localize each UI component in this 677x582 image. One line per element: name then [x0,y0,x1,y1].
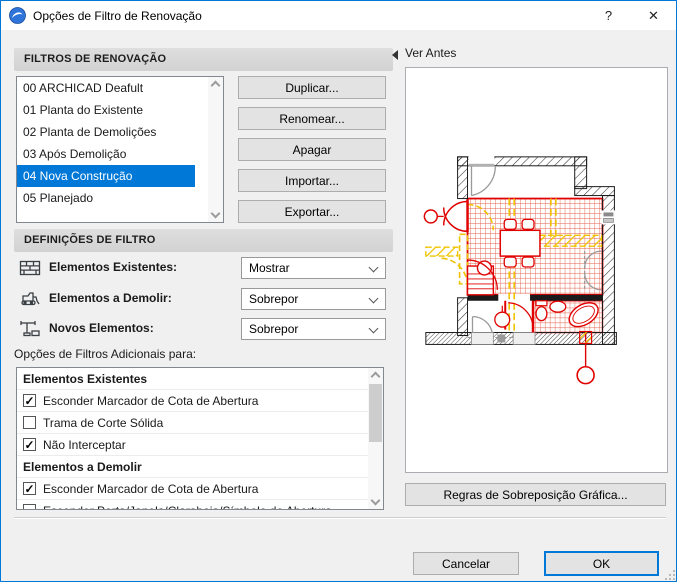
chevron-down-icon [368,323,379,334]
new-elements-icon [20,321,40,337]
option-row[interactable]: Esconder Porta/Janela/Claraboia/Símbolo … [17,500,368,510]
filter-action-button[interactable]: Duplicar... [238,76,386,99]
checkbox-unchecked[interactable] [23,416,36,429]
filter-list[interactable]: 00 ARCHICAD Deafult 01 Planta do Existent… [16,76,224,223]
new-elements-row: Novos Elementos: Sobrepor [14,318,393,342]
option-label: Elementos Existentes [23,371,148,386]
existing-elements-dropdown[interactable]: Mostrar [241,257,386,279]
filter-list-item[interactable]: 05 Planejado [17,187,195,209]
option-row[interactable]: Trama de Corte Sólida [17,412,368,434]
close-button[interactable]: ✕ [631,1,676,30]
options-group-header: Elementos a Demolir [17,456,368,478]
demolish-elements-dropdown[interactable]: Sobrepor [241,288,386,310]
filter-list-item[interactable]: 03 Após Demolição [17,143,195,165]
new-elements-label: Novos Elementos: [49,321,154,335]
demolish-elements-label: Elementos a Demolir: [49,291,172,305]
archicad-logo-icon [9,7,26,24]
filter-action-button[interactable]: Importar... [238,169,386,192]
scroll-down-icon[interactable] [370,495,381,506]
graphic-override-rules-button[interactable]: Regras de Sobreposição Gráfica... [405,483,666,506]
checkbox-checked[interactable]: ✓ [23,394,36,407]
titlebar: Opções de Filtro de Renovação ? ✕ [1,1,676,31]
filter-action-buttons: Duplicar... Renomear... Apagar Importar... E… [238,76,386,231]
checkbox-checked[interactable]: ✓ [23,482,36,495]
demolish-elements-icon [21,292,40,306]
option-row[interactable]: ✓ Esconder Marcador de Cota de Abertura [17,390,368,412]
scroll-down-icon[interactable] [210,208,221,219]
footer-divider [14,517,666,519]
demolish-elements-row: Elementos a Demolir: Sobrepor [14,288,393,312]
option-label: Trama de Corte Sólida [43,415,164,430]
renovation-filter-options-dialog: Opções de Filtro de Renovação ? ✕ FILTRO… [0,0,677,582]
filter-action-button[interactable]: Exportar... [238,200,386,223]
cancel-button[interactable]: Cancelar [413,552,519,575]
ok-button[interactable]: OK [544,551,659,576]
filter-action-button[interactable]: Renomear... [238,107,386,130]
new-elements-value: Sobrepor [249,322,299,336]
preview-label: Ver Antes [405,46,457,60]
filters-section-header: FILTROS DE RENOVAÇÃO [14,48,393,71]
demolish-elements-value: Sobrepor [249,292,299,306]
additional-options-label: Opções de Filtros Adicionais para: [14,347,197,361]
new-elements-dropdown[interactable]: Sobrepor [241,318,386,340]
scroll-up-icon[interactable] [210,80,221,91]
chevron-down-icon [368,293,379,304]
filter-list-item[interactable]: 02 Planta de Demolições [17,121,195,143]
definitions-section-header: DEFINIÇÕES DE FILTRO [14,229,393,252]
option-label: Esconder Porta/Janela/Claraboia/Símbolo … [43,504,332,510]
filter-list-item[interactable]: 00 ARCHICAD Deafult [17,77,195,99]
collapse-preview-arrow-icon[interactable] [392,50,398,60]
option-label: Elementos a Demolir [23,459,142,474]
scroll-up-icon[interactable] [370,371,381,382]
option-row[interactable]: ✓ Esconder Marcador de Cota de Abertura [17,478,368,500]
scrollbar-thumb[interactable] [369,384,382,442]
checkbox-checked[interactable]: ✓ [23,438,36,451]
filter-list-item[interactable]: 01 Planta do Existente [17,99,195,121]
option-label: Esconder Marcador de Cota de Abertura [43,481,259,496]
existing-elements-value: Mostrar [249,261,290,275]
option-label: Esconder Marcador de Cota de Abertura [43,393,259,408]
option-label: Não Interceptar [43,437,126,452]
floor-plan-preview [423,155,617,385]
filter-action-button[interactable]: Apagar [238,138,386,161]
chevron-down-icon [368,262,379,273]
options-scrollbar[interactable] [368,368,383,509]
options-group-header: Elementos Existentes [17,368,368,390]
help-button[interactable]: ? [586,1,631,30]
existing-elements-icon [19,260,41,276]
options-list[interactable]: Elementos Existentes ✓ Esconder Marcador d… [16,367,384,510]
window-title: Opções de Filtro de Renovação [33,8,202,23]
preview-box [405,67,668,473]
existing-elements-label: Elementos Existentes: [49,260,178,274]
option-row[interactable]: ✓ Não Interceptar [17,434,368,456]
checkbox-unchecked[interactable] [23,504,36,509]
filter-list-scrollbar[interactable] [208,77,223,222]
resize-grip[interactable] [669,574,671,576]
filter-list-item[interactable]: 04 Nova Construção [17,165,195,187]
existing-elements-row: Elementos Existentes: Mostrar [14,257,393,281]
